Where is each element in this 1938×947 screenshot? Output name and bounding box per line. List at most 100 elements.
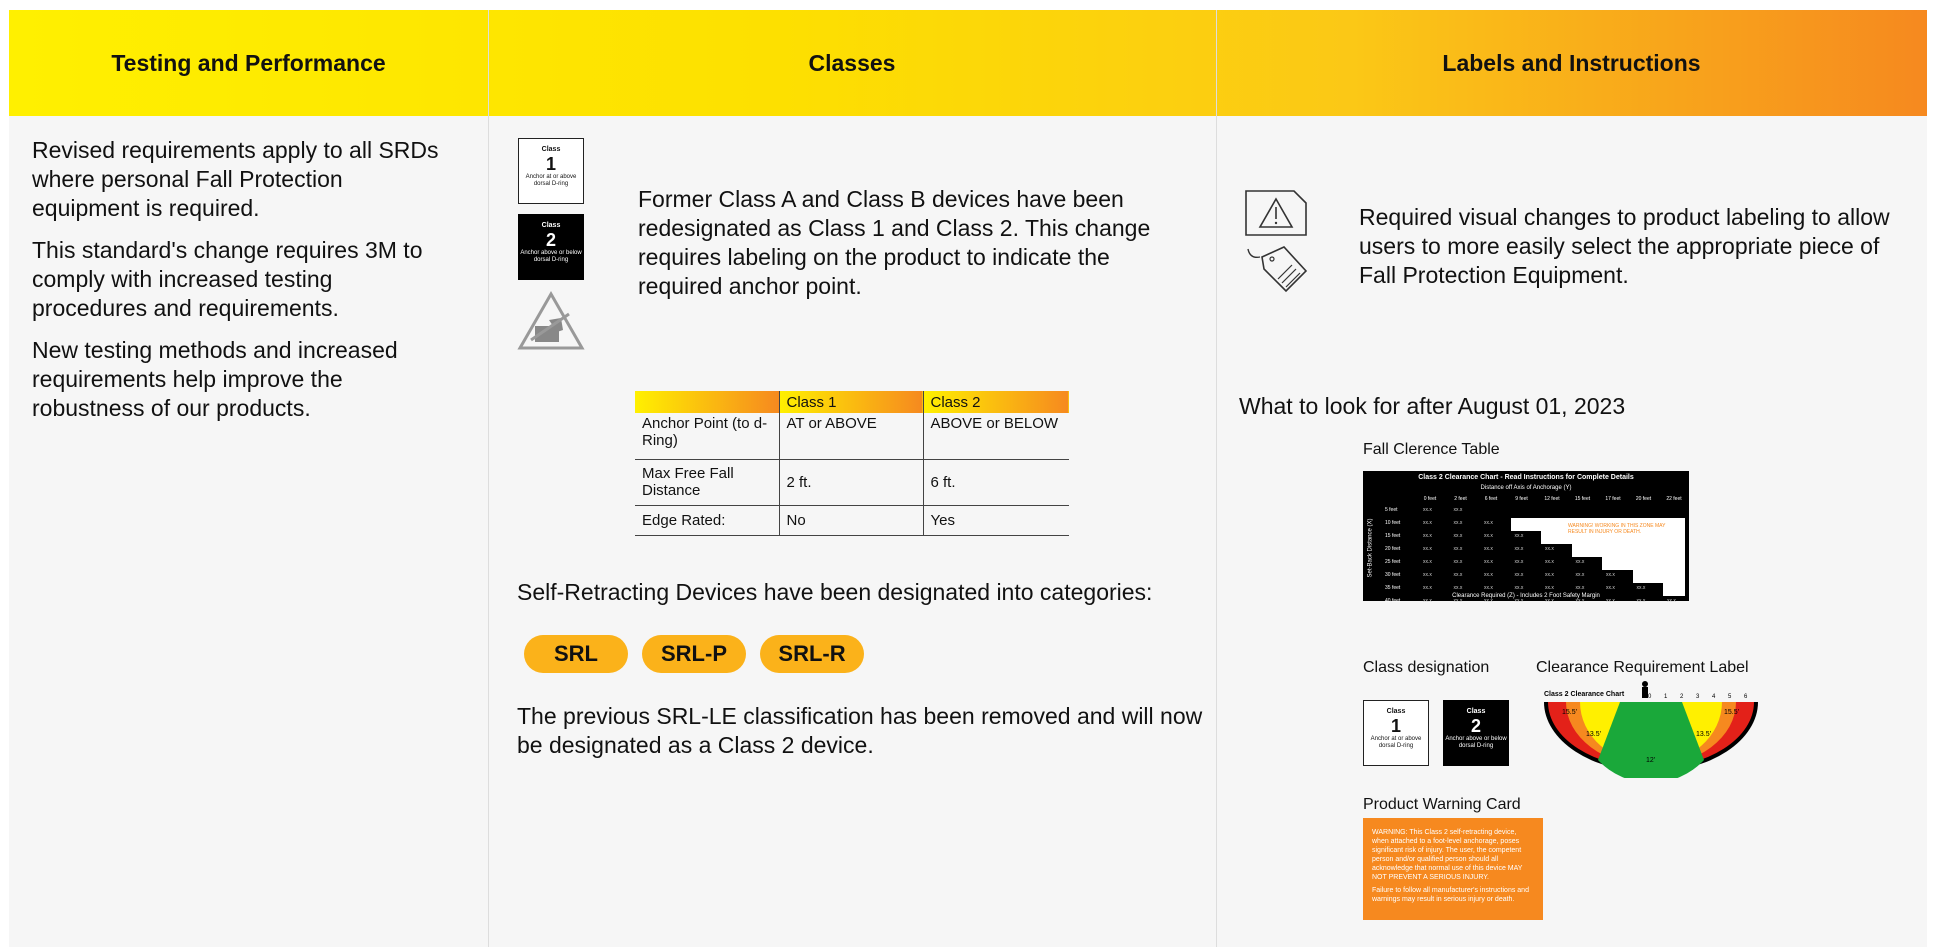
clearance-chart-cell: xx.x xyxy=(1423,585,1432,591)
clearance-chart-cell: xx.x xyxy=(1514,572,1524,578)
gauge-value: 13.5' xyxy=(1696,731,1711,738)
fall-clearance-table-label: Fall Clerence Table xyxy=(1363,441,1500,458)
col1-paragraph-3: New testing methods and increased requir… xyxy=(32,337,398,421)
clearance-chart-row-header: 10 feet xyxy=(1385,520,1401,526)
gauge-tick-label: 0 xyxy=(1648,694,1652,700)
clearance-chart-cell: xx.x xyxy=(1484,546,1493,552)
clearance-chart-row-header: 5 feet xyxy=(1385,507,1398,513)
clearance-chart-col-header: 17 feet xyxy=(1605,496,1621,502)
clearance-chart-cell: xx.x xyxy=(1667,598,1676,604)
table-cell: Edge Rated: xyxy=(635,505,779,536)
clearance-chart-cell: xx.x xyxy=(1423,559,1432,565)
clearance-chart-side-label: Set-Back Distance (X) xyxy=(1368,518,1374,578)
look-for-heading: What to look for after August 01, 2023 xyxy=(1239,393,1626,419)
clearance-chart-cell: xx.x xyxy=(1453,585,1463,591)
labels-intro: Required visual changes to product label… xyxy=(1359,204,1890,288)
clearance-chart-cell: xx.x xyxy=(1484,520,1493,526)
clearance-chart-col-header: 9 feet xyxy=(1515,496,1528,502)
categories-text: Self-Retracting Devices have been design… xyxy=(517,579,1153,605)
clearance-chart-cell: xx.x xyxy=(1575,598,1585,604)
gauge-value: 12' xyxy=(1646,757,1655,764)
gauge-tick-label: 3 xyxy=(1696,694,1700,700)
clearance-chart-cell: xx.x xyxy=(1423,598,1432,604)
clearance-chart-row-header: 20 feet xyxy=(1385,546,1401,552)
clearance-chart-cell: xx.x xyxy=(1423,520,1432,526)
clearance-chart-cell: xx.x xyxy=(1484,533,1493,539)
clearance-chart-col-header: 0 feet xyxy=(1423,496,1437,502)
clearance-chart-cell: xx.x xyxy=(1453,572,1463,578)
clearance-chart-col-header: 20 feet xyxy=(1635,496,1652,502)
clearance-chart-cell: xx.x xyxy=(1545,572,1554,578)
clearance-chart-cell: xx.x xyxy=(1606,585,1615,591)
clearance-chart-cell: xx.x xyxy=(1514,533,1524,539)
table-row: Max Free Fall Distance 2 ft. 6 ft. xyxy=(635,459,1069,506)
clearance-chart-cell: xx.x xyxy=(1453,546,1463,552)
gauge-value: 15.5' xyxy=(1724,709,1739,716)
gauge-title: Class 2 Clearance Chart xyxy=(1544,691,1625,698)
clearance-chart-cell: xx.x xyxy=(1636,585,1646,591)
clearance-chart-cell: xx.x xyxy=(1423,533,1432,539)
table-cell: 2 ft. xyxy=(778,459,923,506)
clearance-chart-cell: xx.x xyxy=(1545,598,1554,604)
header-labels-instructions: Labels and Instructions xyxy=(1442,49,1701,76)
clearance-chart-warning: WARNING! WORKING IN THIS ZONE MAY RESULT… xyxy=(1568,523,1666,535)
table-cell: 6 ft. xyxy=(922,459,1069,506)
clearance-chart-subtitle: Distance off Axis of Anchorage (Y) xyxy=(1480,485,1572,491)
class-2-designation-icon: Class 2 Anchor above or below dorsal D-rin… xyxy=(1443,700,1509,766)
clearance-chart-cell: xx.x xyxy=(1423,546,1432,552)
col1-paragraph-2: This standard's change requires 3M to co… xyxy=(32,237,423,321)
table-cell: ABOVE or BELOW xyxy=(922,413,1069,460)
clearance-chart-row-header: 35 feet xyxy=(1385,585,1401,591)
table-row: Edge Rated: No Yes xyxy=(635,505,1069,536)
table-header-class-2: Class 2 xyxy=(922,391,1069,413)
clearance-chart-cell: xx.x xyxy=(1606,572,1615,578)
table-header-blank xyxy=(635,391,779,413)
clearance-chart-cell: xx.x xyxy=(1636,598,1646,604)
clearance-chart-cell: xx.x xyxy=(1484,585,1493,591)
clearance-chart-title: Class 2 Clearance Chart - Read Instructi… xyxy=(1418,474,1634,481)
clearance-chart-row-header: 25 feet xyxy=(1385,559,1401,565)
table-cell: Max Free Fall Distance xyxy=(635,459,779,506)
clearance-chart-cell: xx.x xyxy=(1545,546,1554,552)
product-warning-card: WARNING: This Class 2 self-retracting de… xyxy=(1363,818,1543,920)
clearance-chart-cell: xx.x xyxy=(1453,559,1463,565)
removed-classification-text: The previous SRL-LE classification has b… xyxy=(517,703,1203,758)
gauge-tick-label: 5 xyxy=(1728,694,1732,700)
column-divider xyxy=(1216,10,1217,947)
clearance-chart-cell: xx.x xyxy=(1545,585,1554,591)
warning-card-text: Failure to follow all manufacturer's ins… xyxy=(1372,887,1529,903)
clearance-chart-cell: xx.x xyxy=(1484,572,1493,578)
gauge-value: 13.5' xyxy=(1586,731,1601,738)
table-cell: Yes xyxy=(922,505,1069,536)
gauge-tick-label: 2 xyxy=(1680,694,1684,700)
clearance-chart-col-header: 15 feet xyxy=(1574,496,1591,502)
edge-hazard-icon xyxy=(517,290,585,350)
clearance-chart-cell: xx.x xyxy=(1484,598,1493,604)
table-header-class-1: Class 1 xyxy=(778,391,923,413)
clearance-chart-cell: xx.x xyxy=(1514,585,1524,591)
table-row: Anchor Point (to d-Ring) AT or ABOVE ABOVE… xyxy=(635,413,1069,460)
gauge-tick-label: 1 xyxy=(1664,694,1668,700)
gauge-tick-label: 4 xyxy=(1712,694,1716,700)
category-pill-srl: SRL xyxy=(524,635,628,673)
clearance-chart-cell: xx.x xyxy=(1575,559,1585,565)
clearance-chart-col-header: 22 feet xyxy=(1666,496,1682,502)
clearance-requirement-label-caption: Clearance Requirement Label xyxy=(1536,659,1749,676)
clearance-chart-unsafe-zone xyxy=(1632,570,1685,583)
clearance-chart-row-header: 15 feet xyxy=(1385,533,1401,539)
clearance-chart-cell: xx.x xyxy=(1545,559,1554,565)
header-classes: Classes xyxy=(808,49,896,76)
category-pill-srl-p: SRL-P xyxy=(642,635,746,673)
table-cell: No xyxy=(778,505,923,536)
clearance-gauge: Class 2 Clearance Chart 15.5' 13.5' 12' … xyxy=(1544,681,1758,778)
table-cell: Anchor Point (to d-Ring) xyxy=(635,413,779,460)
clearance-chart-row-header: 40 feet xyxy=(1385,598,1401,604)
header-testing-performance: Testing and Performance xyxy=(111,49,386,76)
clearance-chart-cell: xx.x xyxy=(1453,598,1463,604)
clearance-chart-cell: xx.x xyxy=(1453,507,1463,513)
warning-document-icon xyxy=(1245,190,1308,293)
clearance-chart-col-header: 12 feet xyxy=(1544,496,1560,502)
clearance-chart-cell: xx.x xyxy=(1423,572,1432,578)
clearance-chart-cell: xx.x xyxy=(1514,598,1524,604)
gauge-value: 15.5' xyxy=(1562,709,1577,716)
